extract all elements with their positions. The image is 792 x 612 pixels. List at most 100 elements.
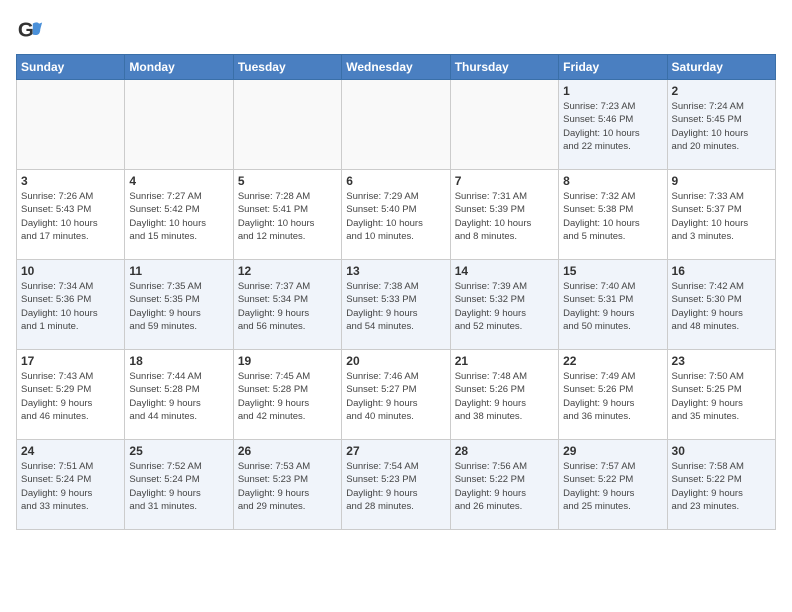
day-info: Sunrise: 7:39 AM Sunset: 5:32 PM Dayligh…: [455, 280, 554, 333]
day-number: 21: [455, 354, 554, 368]
calendar-cell: 25Sunrise: 7:52 AM Sunset: 5:24 PM Dayli…: [125, 440, 233, 530]
day-number: 18: [129, 354, 228, 368]
calendar-cell: 27 Sunrise: 7:54 AM Sunset: 5:23 PM Dayli…: [342, 440, 450, 530]
calendar-cell: 19Sunrise: 7:45 AM Sunset: 5:28 PM Dayli…: [233, 350, 341, 440]
calendar-cell: [17, 80, 125, 170]
day-info: Sunrise: 7:49 AM Sunset: 5:26 PM Dayligh…: [563, 370, 662, 423]
day-info: Sunrise: 7:29 AM Sunset: 5:40 PM Dayligh…: [346, 190, 445, 243]
day-info: Sunrise: 7:46 AM Sunset: 5:27 PM Dayligh…: [346, 370, 445, 423]
day-number: 11: [129, 264, 228, 278]
calendar-cell: 15Sunrise: 7:40 AM Sunset: 5:31 PM Dayli…: [559, 260, 667, 350]
weekday-header-monday: Monday: [125, 55, 233, 80]
day-info: Sunrise: 7:43 AM Sunset: 5:29 PM Dayligh…: [21, 370, 120, 423]
calendar-cell: [450, 80, 558, 170]
calendar-table: SundayMondayTuesdayWednesdayThursdayFrid…: [16, 54, 776, 530]
day-number: 23: [672, 354, 771, 368]
day-info: Sunrise: 7:23 AM Sunset: 5:46 PM Dayligh…: [563, 100, 662, 153]
weekday-header-tuesday: Tuesday: [233, 55, 341, 80]
calendar-week-row: 24Sunrise: 7:51 AM Sunset: 5:24 PM Dayli…: [17, 440, 776, 530]
day-number: 8: [563, 174, 662, 188]
calendar-cell: 16 Sunrise: 7:42 AM Sunset: 5:30 PM Dayli…: [667, 260, 775, 350]
day-info: Sunrise: 7:32 AM Sunset: 5:38 PM Dayligh…: [563, 190, 662, 243]
day-number: 26: [238, 444, 337, 458]
day-info: Sunrise: 7:58 AM Sunset: 5:22 PM Dayligh…: [672, 460, 771, 513]
calendar-cell: 22 Sunrise: 7:49 AM Sunset: 5:26 PM Dayli…: [559, 350, 667, 440]
day-number: 15: [563, 264, 662, 278]
day-number: 12: [238, 264, 337, 278]
day-number: 7: [455, 174, 554, 188]
day-info: Sunrise: 7:52 AM Sunset: 5:24 PM Dayligh…: [129, 460, 228, 513]
day-info: Sunrise: 7:57 AM Sunset: 5:22 PM Dayligh…: [563, 460, 662, 513]
calendar-cell: [233, 80, 341, 170]
svg-text:G: G: [18, 19, 34, 42]
page-header: G: [16, 16, 776, 44]
day-number: 30: [672, 444, 771, 458]
calendar-week-row: 1 Sunrise: 7:23 AM Sunset: 5:46 PM Daylig…: [17, 80, 776, 170]
day-info: Sunrise: 7:27 AM Sunset: 5:42 PM Dayligh…: [129, 190, 228, 243]
calendar-cell: 29 Sunrise: 7:57 AM Sunset: 5:22 PM Dayli…: [559, 440, 667, 530]
day-number: 16: [672, 264, 771, 278]
day-info: Sunrise: 7:53 AM Sunset: 5:23 PM Dayligh…: [238, 460, 337, 513]
day-number: 22: [563, 354, 662, 368]
day-info: Sunrise: 7:34 AM Sunset: 5:36 PM Dayligh…: [21, 280, 120, 333]
day-info: Sunrise: 7:48 AM Sunset: 5:26 PM Dayligh…: [455, 370, 554, 423]
day-number: 9: [672, 174, 771, 188]
day-number: 4: [129, 174, 228, 188]
calendar-cell: 8 Sunrise: 7:32 AM Sunset: 5:38 PM Daylig…: [559, 170, 667, 260]
calendar-week-row: 10 Sunrise: 7:34 AM Sunset: 5:36 PM Dayli…: [17, 260, 776, 350]
logo-icon: G: [16, 16, 44, 44]
day-number: 14: [455, 264, 554, 278]
calendar-cell: 17 Sunrise: 7:43 AM Sunset: 5:29 PM Dayli…: [17, 350, 125, 440]
day-number: 28: [455, 444, 554, 458]
calendar-cell: [125, 80, 233, 170]
day-number: 17: [21, 354, 120, 368]
calendar-cell: 18 Sunrise: 7:44 AM Sunset: 5:28 PM Dayli…: [125, 350, 233, 440]
calendar-cell: 13 Sunrise: 7:38 AM Sunset: 5:33 PM Dayli…: [342, 260, 450, 350]
calendar-cell: 9 Sunrise: 7:33 AM Sunset: 5:37 PM Daylig…: [667, 170, 775, 260]
calendar-cell: 12 Sunrise: 7:37 AM Sunset: 5:34 PM Dayli…: [233, 260, 341, 350]
calendar-cell: 14 Sunrise: 7:39 AM Sunset: 5:32 PM Dayli…: [450, 260, 558, 350]
calendar-cell: 10 Sunrise: 7:34 AM Sunset: 5:36 PM Dayli…: [17, 260, 125, 350]
day-info: Sunrise: 7:54 AM Sunset: 5:23 PM Dayligh…: [346, 460, 445, 513]
weekday-header-saturday: Saturday: [667, 55, 775, 80]
day-number: 19: [238, 354, 337, 368]
weekday-header-wednesday: Wednesday: [342, 55, 450, 80]
calendar-header-row: SundayMondayTuesdayWednesdayThursdayFrid…: [17, 55, 776, 80]
weekday-header-friday: Friday: [559, 55, 667, 80]
weekday-header-thursday: Thursday: [450, 55, 558, 80]
calendar-cell: 7 Sunrise: 7:31 AM Sunset: 5:39 PM Daylig…: [450, 170, 558, 260]
calendar-cell: 11 Sunrise: 7:35 AM Sunset: 5:35 PM Dayli…: [125, 260, 233, 350]
calendar-cell: 2Sunrise: 7:24 AM Sunset: 5:45 PM Daylig…: [667, 80, 775, 170]
day-number: 20: [346, 354, 445, 368]
day-number: 27: [346, 444, 445, 458]
calendar-cell: 6 Sunrise: 7:29 AM Sunset: 5:40 PM Daylig…: [342, 170, 450, 260]
day-number: 3: [21, 174, 120, 188]
day-info: Sunrise: 7:56 AM Sunset: 5:22 PM Dayligh…: [455, 460, 554, 513]
day-number: 1: [563, 84, 662, 98]
day-info: Sunrise: 7:33 AM Sunset: 5:37 PM Dayligh…: [672, 190, 771, 243]
day-info: Sunrise: 7:50 AM Sunset: 5:25 PM Dayligh…: [672, 370, 771, 423]
day-info: Sunrise: 7:31 AM Sunset: 5:39 PM Dayligh…: [455, 190, 554, 243]
day-info: Sunrise: 7:37 AM Sunset: 5:34 PM Dayligh…: [238, 280, 337, 333]
calendar-cell: 26 Sunrise: 7:53 AM Sunset: 5:23 PM Dayli…: [233, 440, 341, 530]
day-number: 6: [346, 174, 445, 188]
day-number: 5: [238, 174, 337, 188]
day-info: Sunrise: 7:38 AM Sunset: 5:33 PM Dayligh…: [346, 280, 445, 333]
calendar-cell: 30 Sunrise: 7:58 AM Sunset: 5:22 PM Dayli…: [667, 440, 775, 530]
day-number: 29: [563, 444, 662, 458]
day-info: Sunrise: 7:44 AM Sunset: 5:28 PM Dayligh…: [129, 370, 228, 423]
weekday-header-sunday: Sunday: [17, 55, 125, 80]
calendar-cell: 20 Sunrise: 7:46 AM Sunset: 5:27 PM Dayli…: [342, 350, 450, 440]
calendar-cell: 4 Sunrise: 7:27 AM Sunset: 5:42 PM Daylig…: [125, 170, 233, 260]
day-info: Sunrise: 7:26 AM Sunset: 5:43 PM Dayligh…: [21, 190, 120, 243]
day-info: Sunrise: 7:28 AM Sunset: 5:41 PM Dayligh…: [238, 190, 337, 243]
day-number: 13: [346, 264, 445, 278]
day-number: 2: [672, 84, 771, 98]
day-number: 10: [21, 264, 120, 278]
day-info: Sunrise: 7:35 AM Sunset: 5:35 PM Dayligh…: [129, 280, 228, 333]
calendar-cell: 3 Sunrise: 7:26 AM Sunset: 5:43 PM Daylig…: [17, 170, 125, 260]
calendar-cell: 23 Sunrise: 7:50 AM Sunset: 5:25 PM Dayli…: [667, 350, 775, 440]
day-info: Sunrise: 7:42 AM Sunset: 5:30 PM Dayligh…: [672, 280, 771, 333]
calendar-cell: [342, 80, 450, 170]
calendar-week-row: 3 Sunrise: 7:26 AM Sunset: 5:43 PM Daylig…: [17, 170, 776, 260]
